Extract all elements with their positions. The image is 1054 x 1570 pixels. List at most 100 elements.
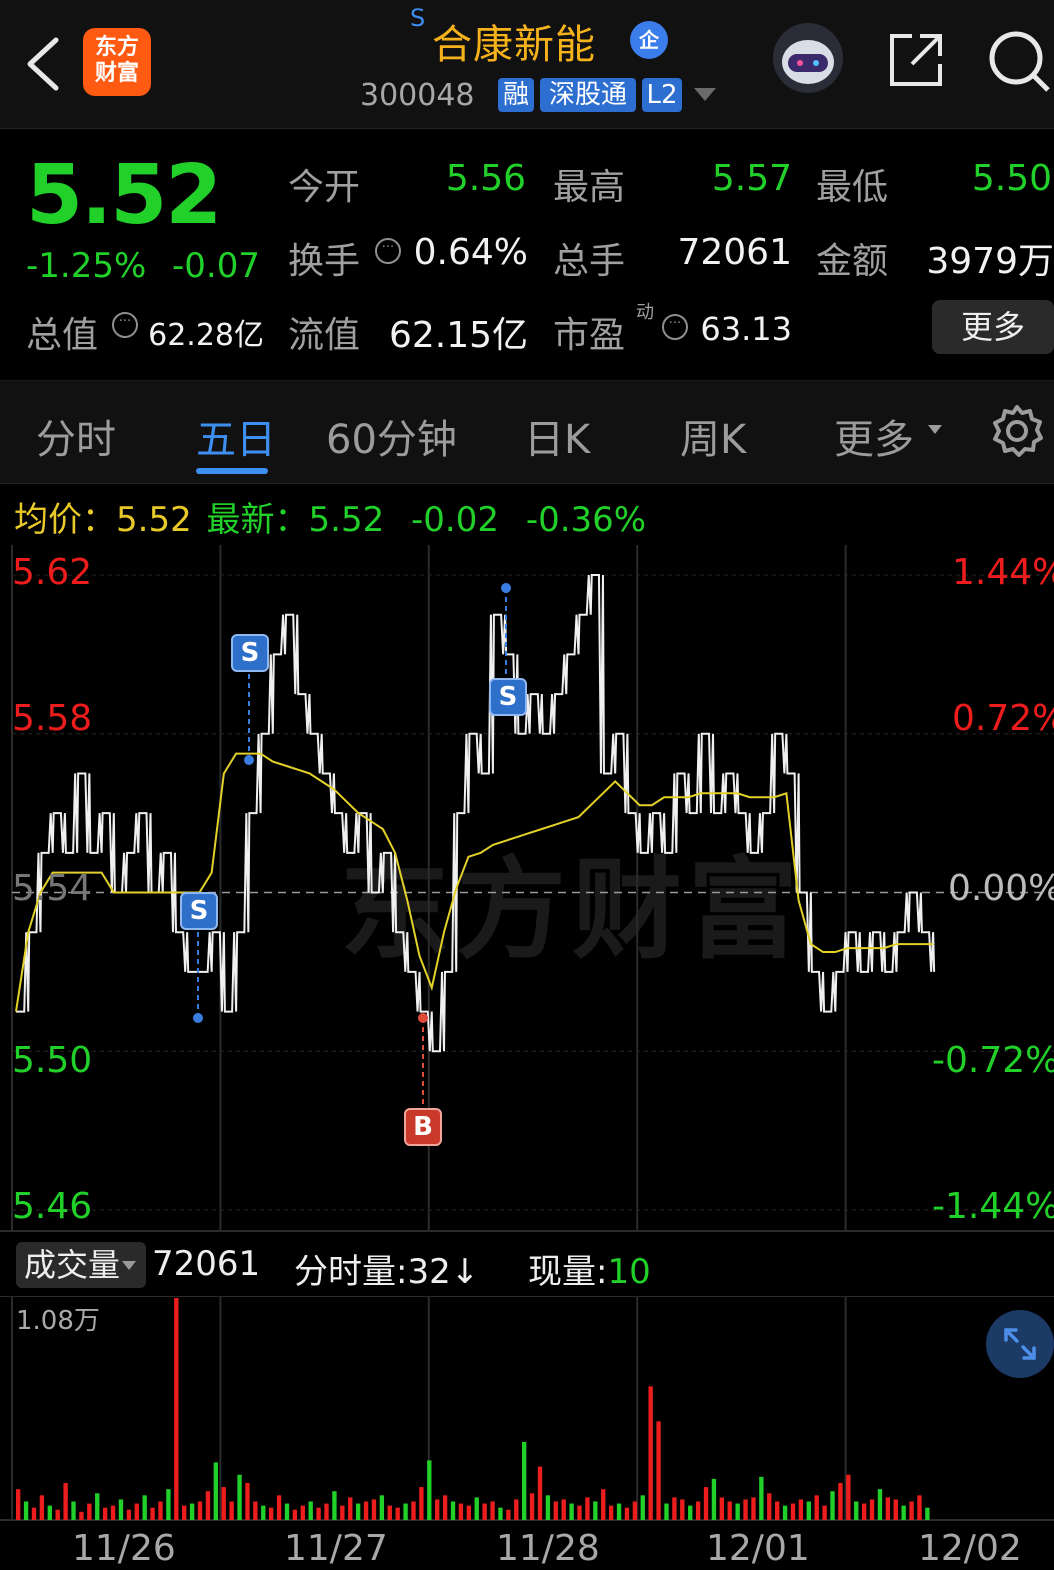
top-bar: 东方 财富 S 合康新能 企 300048 融 深股通 L2	[0, 0, 1054, 129]
expand-icon[interactable]	[986, 1310, 1054, 1378]
open-value: 5.56	[445, 158, 526, 199]
volume-bar	[751, 1497, 756, 1520]
volume-bar	[656, 1421, 661, 1520]
now-volume-value: 10	[607, 1252, 651, 1292]
search-icon[interactable]	[986, 28, 1054, 92]
latest-change: -0.02	[411, 500, 500, 540]
sell-marker[interactable]: S	[489, 678, 527, 716]
buy-marker[interactable]: B	[404, 1108, 442, 1146]
volume-bar	[300, 1505, 305, 1520]
volume-bar	[79, 1511, 84, 1520]
volume-bar	[529, 1493, 535, 1520]
volume-bar	[450, 1501, 456, 1520]
volume-bar	[150, 1507, 155, 1520]
turnover-value: 0.64%	[413, 232, 528, 273]
five-day-price-chart[interactable]	[0, 545, 1054, 1233]
volume-bar	[806, 1501, 811, 1520]
sell-marker[interactable]: S	[180, 892, 218, 930]
volume-bar	[601, 1489, 606, 1520]
volume-bar	[482, 1503, 487, 1520]
volume-bar	[664, 1503, 669, 1520]
y-tick-left: 5.46	[12, 1186, 93, 1227]
sell-marker[interactable]: S	[231, 634, 269, 672]
y-tick-right: 0.00%	[948, 868, 1054, 909]
y-tick-right: -0.72%	[932, 1040, 1054, 1081]
tab-60min[interactable]: 60分钟	[326, 407, 457, 465]
volume-bar	[245, 1483, 250, 1520]
volume-bar	[743, 1499, 748, 1520]
volume-bar	[577, 1505, 582, 1520]
volume-bar	[229, 1501, 234, 1520]
volume-bar	[205, 1491, 211, 1520]
volume-bar	[569, 1503, 574, 1520]
more-button[interactable]: 更多	[932, 300, 1054, 354]
tab-weekly-k[interactable]: 周K	[680, 407, 746, 465]
turnover-label: 换手	[288, 241, 361, 282]
low-label: 最低	[816, 167, 889, 208]
volume-bar	[703, 1487, 709, 1520]
latest-label: 最新：	[206, 500, 309, 540]
tag-l2[interactable]: L2	[642, 78, 682, 112]
tab-intraday[interactable]: 分时	[36, 407, 116, 465]
volume-bar	[608, 1505, 614, 1520]
info-icon[interactable]: ···	[112, 312, 138, 338]
tab-more[interactable]: 更多	[834, 407, 914, 465]
volume-bar	[514, 1499, 519, 1520]
active-tab-indicator	[196, 468, 268, 474]
tag-sz-connect: 深股通	[540, 78, 636, 112]
volume-bar	[522, 1441, 527, 1520]
price-line	[16, 574, 936, 1053]
y-tick-left: 5.58	[12, 698, 93, 739]
volume-bar	[498, 1507, 503, 1520]
tick-volume-value: 32	[407, 1252, 451, 1292]
now-volume: 现量:10	[528, 1244, 651, 1293]
volume-bar	[917, 1495, 922, 1520]
volume-bar	[213, 1462, 219, 1520]
volume-bar	[269, 1507, 274, 1520]
volume-bar	[174, 1298, 179, 1520]
volume-bar	[680, 1499, 685, 1520]
mktcap-value: 62.28亿	[148, 318, 264, 353]
volume-bar	[458, 1503, 464, 1520]
share-icon[interactable]	[886, 30, 946, 90]
chevron-left-icon[interactable]	[22, 36, 62, 92]
volume-bar	[340, 1505, 345, 1520]
volume-value: 72061	[677, 232, 792, 273]
volume-bar	[790, 1503, 796, 1520]
volume-bar	[142, 1495, 147, 1520]
volume-bar	[31, 1507, 37, 1520]
volume-chart	[0, 1296, 1054, 1521]
volume-bar	[688, 1505, 693, 1520]
volume-bar	[814, 1495, 819, 1520]
float-value: 62.15亿	[388, 315, 528, 356]
x-date-label: 12/02	[918, 1528, 1022, 1569]
stock-name: 合康新能	[432, 22, 596, 68]
volume-bar	[102, 1507, 108, 1520]
volume-bar	[553, 1501, 558, 1520]
chevron-down-icon	[122, 1261, 136, 1270]
x-date-label: 11/26	[72, 1528, 176, 1569]
chevron-down-icon[interactable]	[694, 88, 716, 101]
volume-indicator-select[interactable]: 成交量	[16, 1242, 146, 1288]
volume-bar	[403, 1503, 408, 1520]
robot-avatar-icon[interactable]	[772, 22, 844, 94]
tab-five-day[interactable]: 五日	[196, 407, 276, 465]
tab-daily-k[interactable]: 日K	[524, 407, 590, 465]
volume-bar	[23, 1501, 29, 1520]
x-date-label: 12/01	[706, 1528, 810, 1569]
volume-bar	[893, 1499, 898, 1520]
y-tick-right: 0.72%	[952, 698, 1054, 739]
x-date-label: 11/28	[496, 1528, 600, 1569]
high-value: 5.57	[711, 158, 792, 199]
info-icon[interactable]: ···	[662, 314, 688, 340]
change-amount: -0.07	[172, 246, 260, 286]
mktcap-label: 总值	[26, 315, 99, 356]
volume-bar	[355, 1503, 361, 1520]
info-icon[interactable]: ···	[375, 238, 401, 264]
gear-icon[interactable]	[990, 403, 1044, 459]
volume-bar	[379, 1495, 385, 1520]
app-logo[interactable]: 东方 财富	[83, 28, 151, 96]
volume-bar	[189, 1503, 195, 1520]
volume-bar	[869, 1499, 875, 1520]
low-value: 5.50	[971, 158, 1052, 199]
